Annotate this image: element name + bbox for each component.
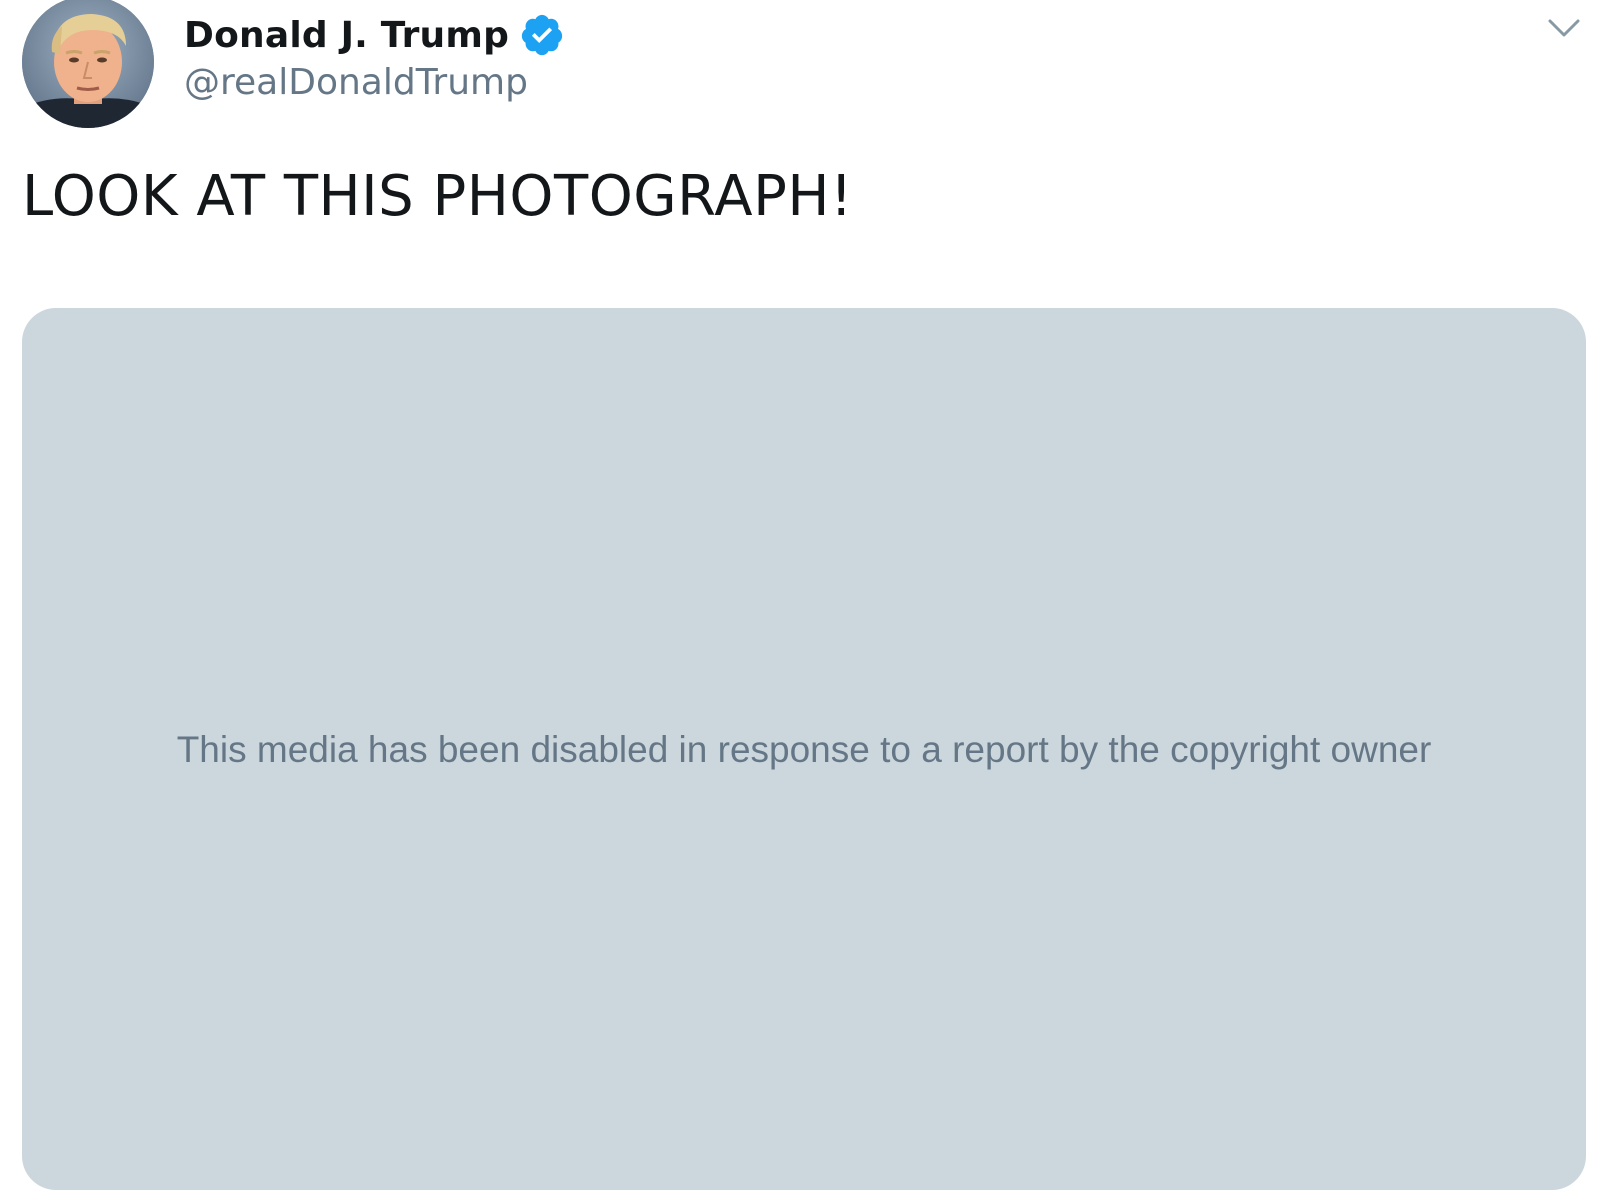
profile-photo (22, 0, 154, 128)
chevron-down-icon[interactable] (1546, 16, 1582, 40)
author-name-row[interactable]: Donald J. Trump (184, 10, 565, 60)
media-disabled-message: This media has been disabled in response… (176, 729, 1432, 770)
display-name[interactable]: Donald J. Trump (184, 15, 509, 56)
author-handle[interactable]: @realDonaldTrump (184, 62, 528, 103)
tweet-text: LOOK AT THIS PHOTOGRAPH! (22, 164, 853, 229)
tweet-card: Donald J. Trump @realDonaldTrump LOOK AT… (0, 0, 1600, 1200)
verified-badge-icon (519, 12, 565, 58)
disabled-media-placeholder: This media has been disabled in response… (22, 308, 1586, 1190)
avatar[interactable] (22, 0, 154, 128)
